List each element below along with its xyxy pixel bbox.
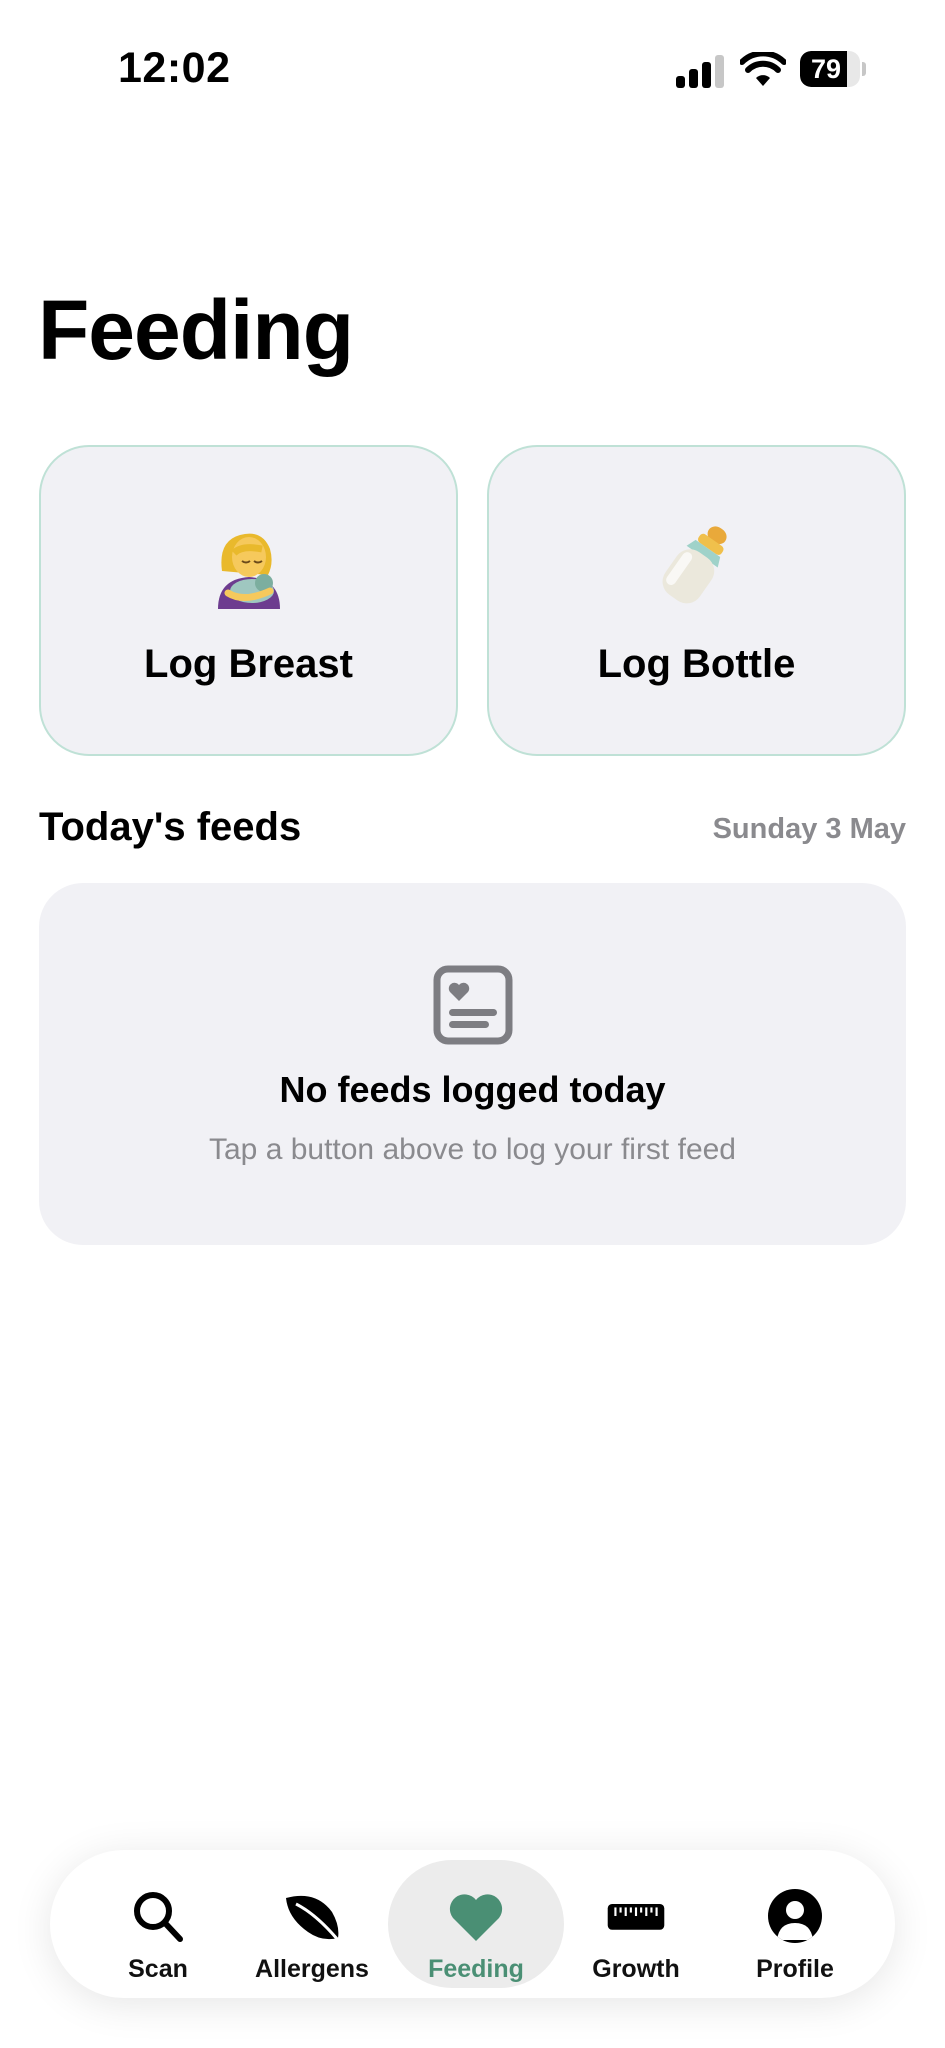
log-bottle-label: Log Bottle (597, 642, 796, 686)
tab-profile-label: Profile (756, 1955, 834, 1983)
section-date: Sunday 3 May (712, 813, 906, 845)
breastfeeding-emoji-icon (217, 533, 280, 609)
search-icon (134, 1892, 183, 1942)
status-time: 12:02 (118, 44, 231, 92)
page-title: Feeding (38, 283, 354, 377)
log-breast-label: Log Breast (144, 642, 353, 686)
tab-growth-label: Growth (592, 1955, 680, 1983)
battery-percent: 79 (810, 54, 842, 84)
battery-cap (862, 62, 866, 76)
profile-icon (768, 1889, 822, 1943)
cellular-signal-icon (676, 54, 726, 88)
tab-allergens[interactable]: Allergens (224, 1860, 400, 1988)
empty-state-subtitle: Tap a button above to log your first fee… (208, 1133, 736, 1166)
baby-bottle-emoji-icon (662, 526, 727, 604)
tab-bar: Scan Allergens Feeding Growth Profile (50, 1850, 895, 1998)
empty-state-card: No feeds logged today Tap a button above… (39, 883, 906, 1245)
tab-feeding[interactable]: Feeding (388, 1860, 564, 1988)
tab-profile[interactable]: Profile (707, 1860, 883, 1988)
feeding-screen: 12:02 79 Feeding Log Breast Log Bottle T… (0, 0, 945, 2048)
leaf-icon (286, 1895, 340, 1941)
wifi-icon (740, 52, 786, 86)
tab-growth[interactable]: Growth (548, 1860, 724, 1988)
tab-scan[interactable]: Scan (70, 1860, 246, 1988)
heart-icon (449, 1894, 503, 1941)
feed-log-icon (433, 965, 513, 1045)
battery-icon: 79 (800, 51, 860, 87)
log-bottle-button[interactable]: Log Bottle (487, 445, 906, 756)
status-bar: 12:02 79 (0, 0, 945, 140)
tab-scan-label: Scan (128, 1955, 188, 1983)
empty-state-title: No feeds logged today (279, 1069, 666, 1110)
tab-allergens-label: Allergens (255, 1955, 369, 1983)
tab-feeding-label: Feeding (428, 1955, 524, 1983)
section-title: Today's feeds (39, 805, 302, 849)
ruler-icon (607, 1904, 665, 1930)
log-breast-button[interactable]: Log Breast (39, 445, 458, 756)
